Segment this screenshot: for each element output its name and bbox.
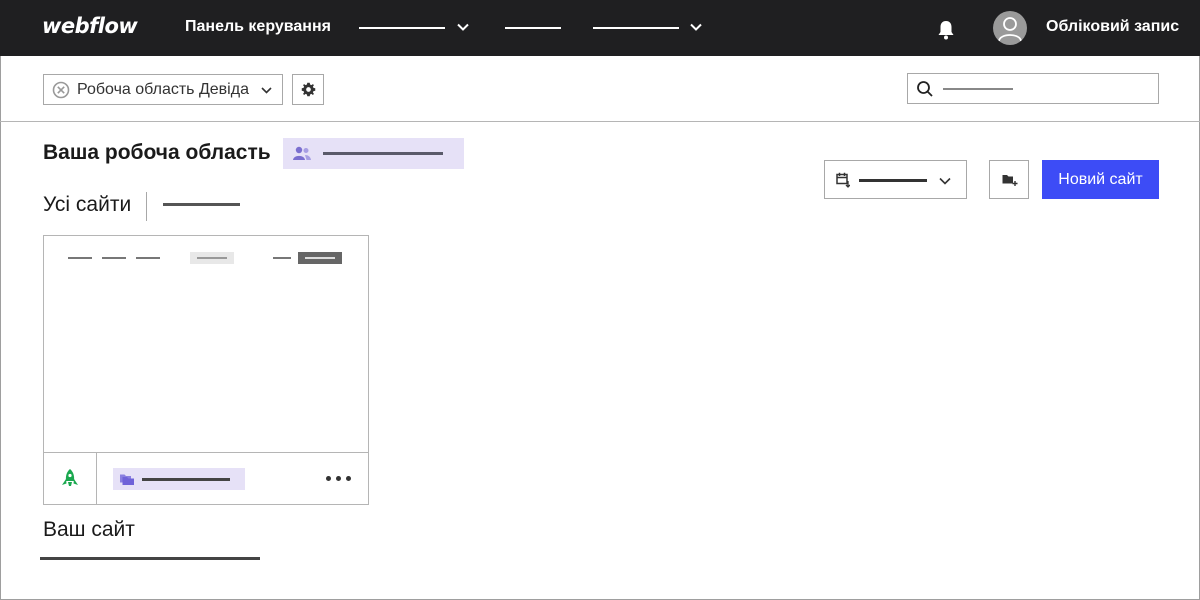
new-folder-button[interactable] [989,160,1029,199]
user-icon [998,17,1022,42]
members-badge-text-placeholder [323,152,443,155]
top-bar: webflow Панель керування Обліковий запис [0,0,1200,56]
nav-menu-placeholder-3[interactable] [593,27,679,29]
site-preview-thumbnail[interactable] [44,236,368,452]
preview-nav-button-dark [298,252,342,264]
account-menu[interactable]: Обліковий запис [1046,18,1179,36]
chevron-down-icon [939,177,951,185]
gear-icon [301,82,316,97]
search-input[interactable] [907,73,1159,104]
folder-add-icon [1002,175,1018,186]
frame-border-left [0,56,1,600]
workspace-clear-icon [52,81,70,99]
users-icon [293,146,311,160]
site-card-footer [44,452,368,505]
site-folder-tag[interactable] [113,468,245,490]
preview-nav-line [102,257,126,259]
workspace-select[interactable]: Робоча область Девіда [43,74,283,105]
preview-nav-line [273,257,291,259]
site-card[interactable] [43,235,369,505]
site-name[interactable]: Ваш сайт [43,518,135,542]
page-title: Ваша робоча область [43,141,271,164]
preview-nav-button-light [190,252,234,264]
folder-icon [120,474,134,485]
bell-icon[interactable] [936,19,956,41]
tab-all-sites[interactable]: Усі сайти [43,193,131,217]
workspace-members-badge[interactable] [283,138,464,169]
search-icon [917,81,933,97]
new-site-button[interactable]: Новий сайт [1042,160,1159,199]
nav-dashboard-link[interactable]: Панель керування [185,18,331,36]
workspace-select-label: Робоча область Девіда [77,81,249,98]
nav-menu-placeholder-1[interactable] [359,27,445,29]
calendar-sort-icon [836,172,850,188]
workspace-settings-button[interactable] [292,74,324,105]
preview-nav-line [68,257,92,259]
publish-status[interactable] [44,453,97,505]
preview-nav-line [136,257,160,259]
filter-tab-placeholder[interactable] [163,203,240,206]
chevron-down-icon [261,87,272,94]
webflow-logo[interactable]: webflow [42,14,138,38]
sort-select[interactable] [824,160,967,199]
toolbar-divider [0,121,1200,122]
chevron-down-icon[interactable] [456,20,470,34]
chevron-down-icon[interactable] [689,20,703,34]
avatar[interactable] [993,11,1027,45]
search-placeholder-line [943,88,1013,90]
nav-menu-placeholder-2[interactable] [505,27,561,29]
site-name-underline [40,557,260,560]
filter-separator [146,192,147,221]
sort-select-value-placeholder [859,179,927,182]
rocket-icon [62,469,78,486]
more-options-icon[interactable] [326,470,352,486]
folder-tag-text-placeholder [142,478,230,481]
